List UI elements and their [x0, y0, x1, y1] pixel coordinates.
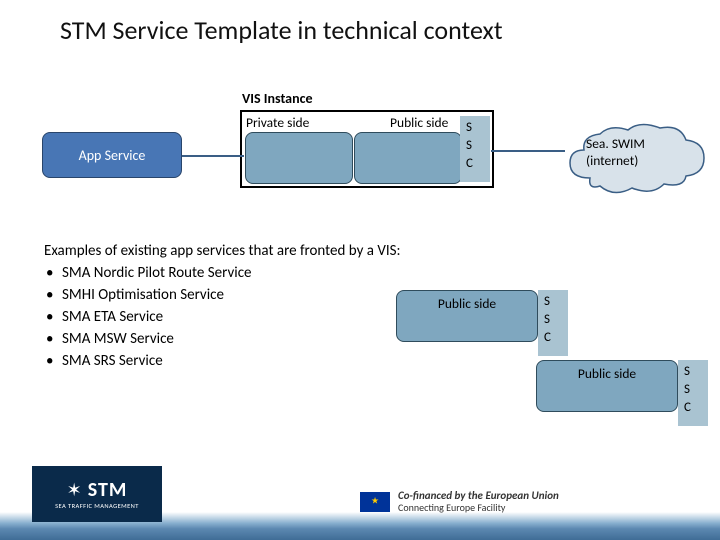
examples-intro: Examples of existing app services that a… [44, 240, 414, 262]
cef-sub: Connecting Europe Facility [398, 502, 598, 514]
eu-flag-icon [360, 492, 390, 512]
stm-logo-small: SEA TRAFFIC MANAGEMENT [55, 502, 139, 510]
connector-vis-to-cloud [491, 150, 565, 152]
ssc-s1: S [544, 293, 562, 311]
cloud-line1: Sea. SWIM [586, 135, 696, 152]
connector-app-to-vis [182, 155, 244, 157]
private-side-block [245, 132, 353, 184]
examples-text: Examples of existing app services that a… [44, 240, 414, 372]
compass-icon: ✶ [67, 479, 82, 501]
example-item: SMA SRS Service [44, 350, 414, 372]
example-item: SMA MSW Service [44, 328, 414, 350]
ssc-block-3: S S C [678, 360, 708, 426]
ssc-s2: S [684, 381, 702, 399]
public-side-block-3: Public side [536, 360, 678, 412]
cloud-label: Sea. SWIM (internet) [586, 135, 696, 169]
page-title: STM Service Template in technical contex… [60, 14, 700, 46]
app-service-label: App Service [79, 147, 146, 164]
public-side-block-1 [354, 132, 462, 184]
example-item: SMA ETA Service [44, 306, 414, 328]
footer: ✶ STM SEA TRAFFIC MANAGEMENT Co-financed… [0, 470, 720, 540]
ssc-c: C [466, 155, 484, 173]
example-item: SMHI Optimisation Service [44, 284, 414, 306]
public-side-label-3: Public side [578, 365, 636, 382]
ssc-block-2: S S C [538, 290, 568, 356]
stm-logo: ✶ STM SEA TRAFFIC MANAGEMENT [32, 466, 162, 522]
cef-text: Co-financed by the European Union Connec… [398, 490, 598, 514]
cef-block: Co-financed by the European Union Connec… [360, 490, 598, 514]
ssc-s1: S [466, 119, 484, 137]
public-side-label: Public side [390, 114, 448, 131]
ssc-s1: S [684, 363, 702, 381]
ssc-c: C [684, 399, 702, 417]
ssc-block-1: S S C [460, 116, 490, 182]
cloud-line2: (internet) [586, 152, 696, 169]
ssc-s2: S [466, 137, 484, 155]
ssc-s2: S [544, 311, 562, 329]
public-side-label-2: Public side [438, 295, 496, 312]
private-side-label: Private side [246, 114, 309, 131]
ssc-c: C [544, 329, 562, 347]
stm-logo-big: STM [88, 478, 128, 502]
example-item: SMA Nordic Pilot Route Service [44, 262, 414, 284]
app-service-block: App Service [42, 132, 182, 178]
vis-instance-label: VIS Instance [242, 90, 313, 107]
public-side-block-2: Public side [396, 290, 538, 342]
